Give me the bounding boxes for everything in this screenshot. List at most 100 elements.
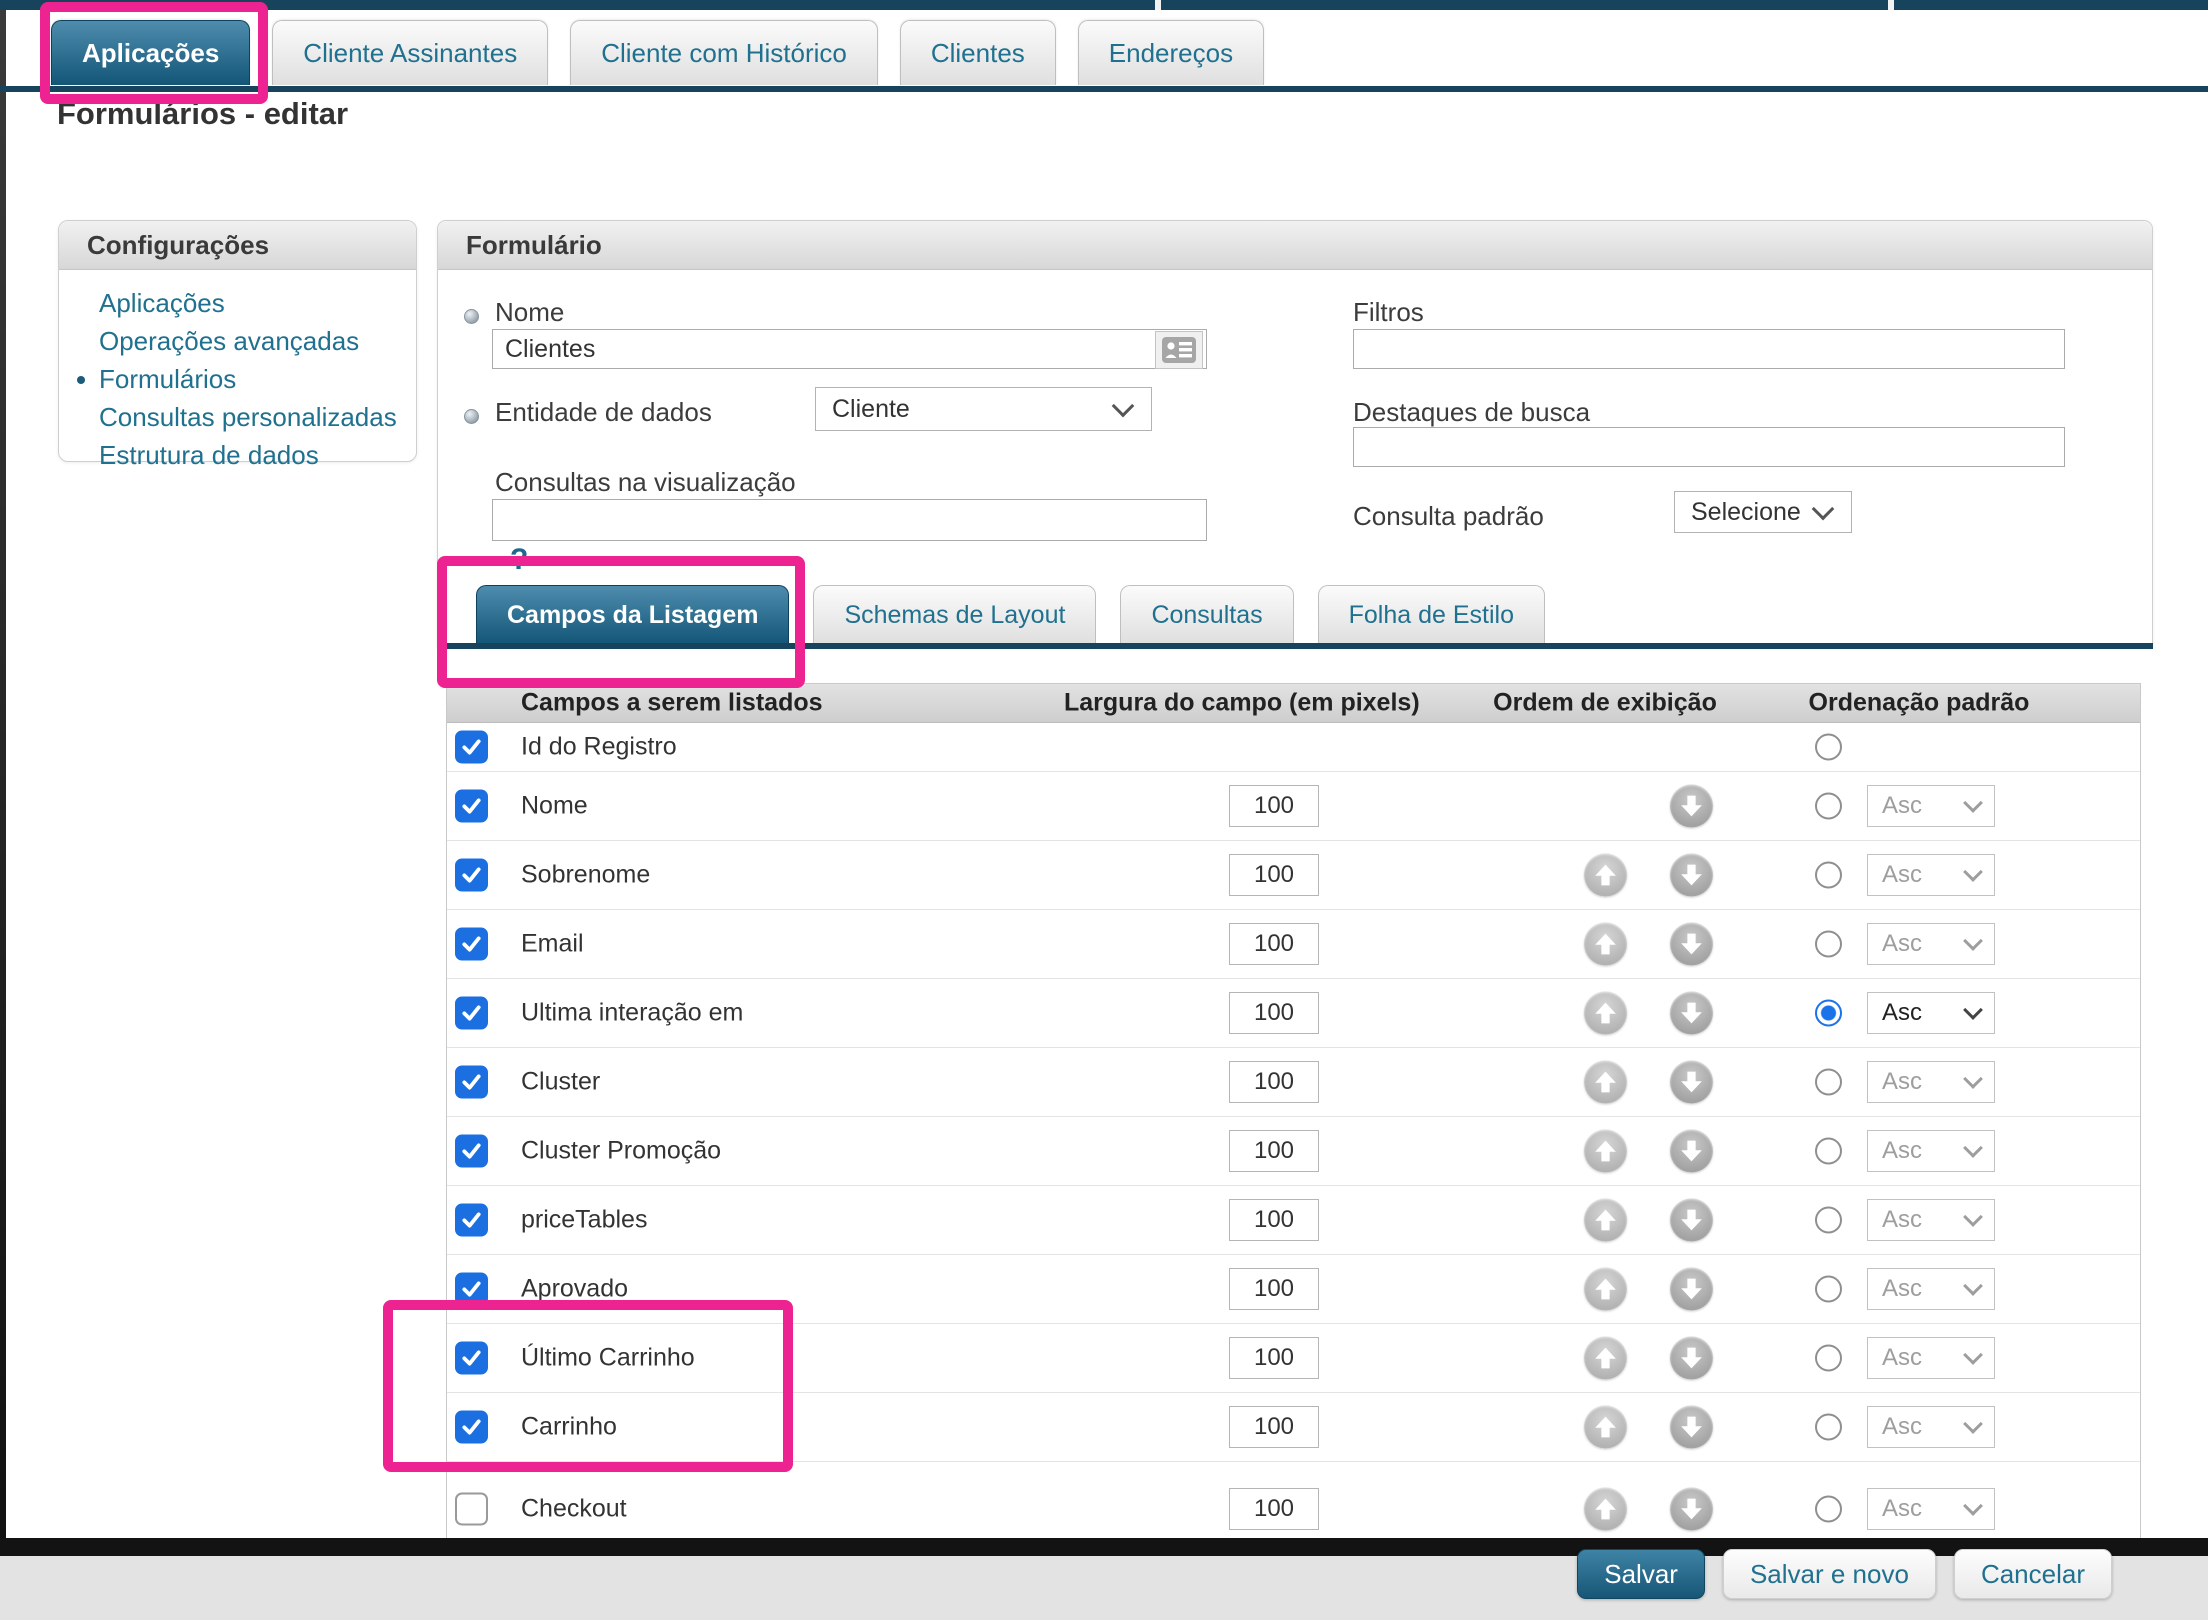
move-up-button[interactable]	[1584, 1268, 1627, 1311]
width-input[interactable]	[1229, 785, 1319, 827]
move-up-button[interactable]	[1584, 1061, 1627, 1104]
default-sort-radio[interactable]	[1815, 793, 1842, 820]
default-sort-radio[interactable]	[1815, 1138, 1842, 1165]
sort-direction-select[interactable]: Asc	[1867, 1406, 1995, 1448]
width-input[interactable]	[1229, 1268, 1319, 1310]
sort-direction-select[interactable]: Asc	[1867, 1199, 1995, 1241]
sort-direction-select[interactable]: Asc	[1867, 854, 1995, 896]
move-down-button[interactable]	[1670, 1488, 1713, 1531]
sort-direction-select[interactable]: Asc	[1867, 1061, 1995, 1103]
width-input[interactable]	[1229, 854, 1319, 896]
sort-direction-select[interactable]: Asc	[1867, 1488, 1995, 1530]
move-up-button[interactable]	[1584, 854, 1627, 897]
move-down-button[interactable]	[1670, 1061, 1713, 1104]
sidebar-item-aplicacoes[interactable]: Aplicações	[99, 284, 416, 322]
move-down-button[interactable]	[1670, 992, 1713, 1035]
nome-input[interactable]	[492, 329, 1207, 369]
row-checkbox[interactable]	[455, 790, 488, 823]
tab-consultas[interactable]: Consultas	[1120, 585, 1293, 644]
width-input[interactable]	[1229, 1488, 1319, 1530]
row-checkbox[interactable]	[455, 1411, 488, 1444]
move-up-button[interactable]	[1584, 992, 1627, 1035]
default-sort-radio[interactable]	[1815, 1276, 1842, 1303]
consulta-padrao-select[interactable]: Selecione	[1674, 491, 1852, 533]
row-checkbox[interactable]	[455, 1066, 488, 1099]
question-mark-icon[interactable]: ?	[510, 543, 528, 577]
move-up-button[interactable]	[1584, 1199, 1627, 1242]
move-down-button[interactable]	[1670, 785, 1713, 828]
tab-campos-da-listagem[interactable]: Campos da Listagem	[476, 585, 789, 644]
tab-cliente-assinantes[interactable]: Cliente Assinantes	[272, 20, 548, 85]
move-up-button[interactable]	[1584, 923, 1627, 966]
chevron-down-icon	[1812, 498, 1835, 521]
move-up-button[interactable]	[1584, 1337, 1627, 1380]
consultas-na-visualizacao-input[interactable]	[492, 499, 1207, 541]
row-checkbox[interactable]	[455, 1273, 488, 1306]
default-sort-radio[interactable]	[1815, 862, 1842, 889]
width-input[interactable]	[1229, 992, 1319, 1034]
default-sort-radio[interactable]	[1815, 1414, 1842, 1441]
filtros-input[interactable]	[1353, 329, 2065, 369]
sidebar-item-estrutura-de-dados[interactable]: Estrutura de dados	[99, 436, 416, 474]
row-checkbox[interactable]	[455, 1135, 488, 1168]
salvar-e-novo-button[interactable]: Salvar e novo	[1723, 1549, 1936, 1599]
move-down-button[interactable]	[1670, 1337, 1713, 1380]
salvar-button[interactable]: Salvar	[1577, 1549, 1705, 1599]
tab-clientes[interactable]: Clientes	[900, 20, 1056, 85]
width-input[interactable]	[1229, 1199, 1319, 1241]
cancelar-button[interactable]: Cancelar	[1954, 1549, 2112, 1599]
sidebar-items: Aplicações Operações avançadas Formulári…	[59, 270, 416, 474]
tab-schemas-de-layout[interactable]: Schemas de Layout	[813, 585, 1096, 644]
row-checkbox[interactable]	[455, 859, 488, 892]
width-input[interactable]	[1229, 923, 1319, 965]
width-input[interactable]	[1229, 1061, 1319, 1103]
header-ordenacao: Ordenação padrão	[1799, 689, 2039, 718]
default-sort-radio[interactable]	[1815, 1345, 1842, 1372]
row-checkbox[interactable]	[455, 1342, 488, 1375]
default-sort-radio[interactable]	[1815, 734, 1842, 761]
entidade-de-dados-select[interactable]: Cliente	[815, 387, 1152, 431]
sort-direction-select[interactable]: Asc	[1867, 1130, 1995, 1172]
row-checkbox[interactable]	[455, 1204, 488, 1237]
table-row: ClusterAsc	[447, 1047, 2140, 1116]
move-down-button[interactable]	[1670, 854, 1713, 897]
sort-direction-select[interactable]: Asc	[1867, 1268, 1995, 1310]
move-up-button[interactable]	[1584, 1488, 1627, 1531]
default-sort-radio[interactable]	[1815, 931, 1842, 958]
default-sort-radio[interactable]	[1815, 1496, 1842, 1523]
sort-direction-select[interactable]: Asc	[1867, 992, 1995, 1034]
move-down-button[interactable]	[1670, 1130, 1713, 1173]
sort-direction-select[interactable]: Asc	[1867, 923, 1995, 965]
width-input[interactable]	[1229, 1130, 1319, 1172]
move-down-button[interactable]	[1670, 1199, 1713, 1242]
footer-buttons: Salvar Salvar e novo Cancelar	[1577, 1549, 2112, 1599]
destaques-de-busca-input[interactable]	[1353, 427, 2065, 467]
contact-card-icon[interactable]	[1155, 331, 1203, 369]
width-input[interactable]	[1229, 1337, 1319, 1379]
row-checkbox[interactable]	[455, 731, 488, 764]
move-down-button[interactable]	[1670, 1406, 1713, 1449]
sort-direction-value: Asc	[1868, 1344, 1966, 1372]
destaques-de-busca-label: Destaques de busca	[1353, 397, 1590, 428]
default-sort-radio[interactable]	[1815, 1069, 1842, 1096]
row-checkbox[interactable]	[455, 928, 488, 961]
sidebar-item-formularios[interactable]: Formulários	[99, 360, 416, 398]
sidebar-item-operacoes-avancadas[interactable]: Operações avançadas	[99, 322, 416, 360]
move-down-button[interactable]	[1670, 1268, 1713, 1311]
default-sort-radio[interactable]	[1815, 1207, 1842, 1234]
sidebar-item-consultas-personalizadas[interactable]: Consultas personalizadas	[99, 398, 416, 436]
move-down-button[interactable]	[1670, 923, 1713, 966]
sort-direction-select[interactable]: Asc	[1867, 1337, 1995, 1379]
sort-direction-select[interactable]: Asc	[1867, 785, 1995, 827]
width-input[interactable]	[1229, 1406, 1319, 1448]
tab-folha-de-estilo[interactable]: Folha de Estilo	[1318, 585, 1545, 644]
tab-aplicacoes[interactable]: Aplicações	[51, 20, 250, 85]
tab-enderecos[interactable]: Endereços	[1078, 20, 1264, 85]
tab-cliente-com-historico[interactable]: Cliente com Histórico	[570, 20, 878, 85]
default-sort-radio[interactable]	[1815, 1000, 1842, 1027]
row-checkbox[interactable]	[455, 1493, 488, 1526]
move-up-button[interactable]	[1584, 1406, 1627, 1449]
move-up-button[interactable]	[1584, 1130, 1627, 1173]
checkmark-icon	[459, 1070, 484, 1095]
row-checkbox[interactable]	[455, 997, 488, 1030]
